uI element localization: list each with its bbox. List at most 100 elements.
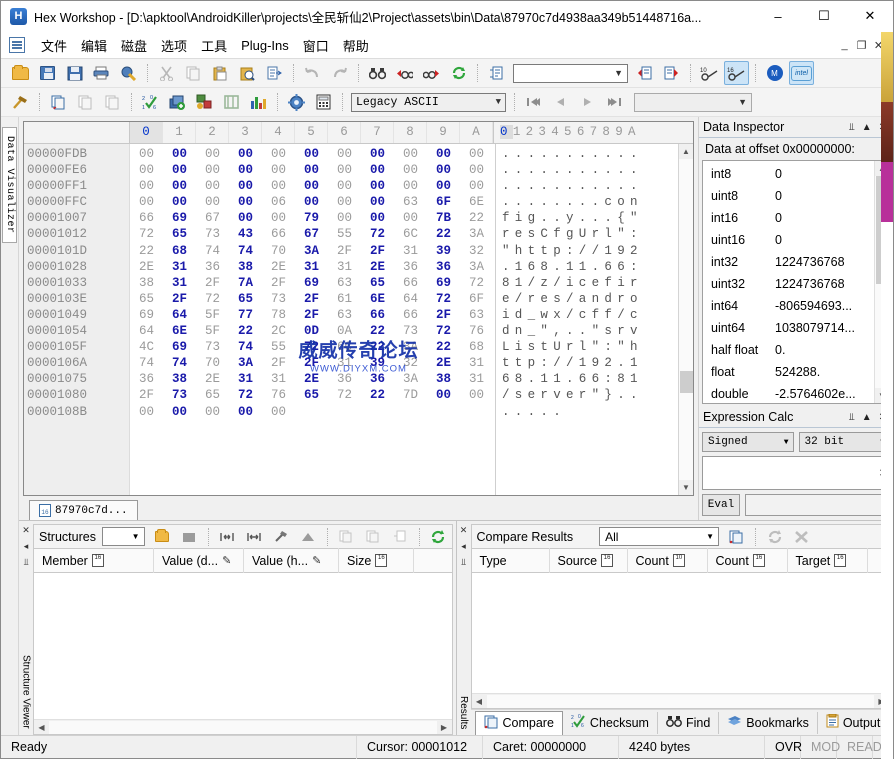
hex-byte[interactable]: 7D [394,387,427,403]
data-inspector-row[interactable]: uint32 1224736768 [703,273,874,295]
results-tab-checksum[interactable]: 2 0 1 6 Checksum [563,711,658,734]
hex-byte[interactable]: 22 [130,243,163,259]
hex-byte[interactable]: 74 [229,339,262,355]
hex-byte[interactable]: 00 [130,162,163,178]
hex-byte[interactable]: 00 [196,404,229,420]
compare-copy-icon[interactable] [724,527,749,547]
settings-gear-icon[interactable] [284,90,309,114]
hex-byte[interactable]: 72 [196,291,229,307]
resize-grip-icon[interactable]: ◢ [877,742,893,753]
ascii-row[interactable]: /server"}.. [502,387,643,403]
data-inspector-list[interactable]: int8 0 uint8 0 int16 0 uint16 0 int32 1224736768 u… [702,160,890,404]
menu-edit[interactable]: 编辑 [74,33,114,58]
close-icon[interactable]: ✕ [22,525,30,536]
scroll-left-icon[interactable]: ◀ [34,723,49,732]
hex-byte[interactable]: 00 [163,178,196,194]
ascii-row[interactable]: resCfgUrl": [502,226,643,242]
hex-byte[interactable]: 00 [130,404,163,420]
base-16-icon[interactable]: 16 [724,61,749,85]
hex-byte[interactable]: 22 [427,339,460,355]
hex-column-header-9[interactable]: 9 [427,122,460,143]
hex-byte[interactable]: 00 [229,178,262,194]
column-header[interactable]: Source 16 [550,548,628,573]
hex-byte[interactable]: 72 [427,291,460,307]
calculator-icon[interactable] [311,90,336,114]
hex-row[interactable]: 00 00 00 00 00 [130,404,493,420]
column-header[interactable]: Count 16 [708,548,788,573]
hex-byte[interactable]: 31 [460,355,493,371]
hex-byte[interactable]: 64 [163,307,196,323]
hex-column-header-8[interactable]: 8 [394,122,427,143]
scroll-track[interactable] [874,176,889,388]
hex-column-header-3[interactable]: 3 [229,122,262,143]
hex-byte[interactable]: 31 [229,371,262,387]
hex-byte[interactable]: 00 [163,162,196,178]
hex-byte[interactable]: 63 [394,194,427,210]
menu-window[interactable]: 窗口 [296,33,336,58]
collapse-icon[interactable]: ◂ [461,541,466,552]
hex-byte[interactable]: 00 [394,162,427,178]
print-icon[interactable] [89,61,114,85]
scroll-right-icon[interactable]: ▶ [437,723,452,732]
hex-byte[interactable]: 76 [262,387,295,403]
motorola-endian-icon[interactable]: M [762,61,787,85]
hex-byte[interactable]: 22 [427,226,460,242]
hex-byte[interactable]: 32 [460,243,493,259]
menu-disk[interactable]: 磁盘 [114,33,154,58]
hex-byte[interactable]: 3A [460,259,493,275]
hex-byte[interactable]: 31 [163,275,196,291]
eval-button[interactable]: Eval [702,494,740,516]
structures-content[interactable]: ◀ ▶ [33,573,453,735]
hex-byte[interactable]: 38 [427,371,460,387]
menu-options[interactable]: 选项 [154,33,194,58]
hex-byte[interactable]: 36 [196,259,229,275]
structure-select[interactable]: ▼ [101,527,145,546]
hex-byte[interactable]: 79 [295,210,328,226]
hex-byte[interactable]: 74 [196,243,229,259]
ascii-row[interactable]: id_wx/cff/c [502,307,643,323]
hex-byte[interactable]: 74 [130,355,163,371]
hex-byte[interactable]: 00 [229,146,262,162]
hex-column-header-5[interactable]: 5 [295,122,328,143]
hex-byte[interactable]: 22 [229,323,262,339]
checksum-add-icon[interactable] [165,90,190,114]
close-icon[interactable]: ✕ [879,122,887,133]
hex-byte[interactable]: 00 [196,194,229,210]
hex-byte[interactable]: 00 [394,146,427,162]
goto-icon[interactable] [484,61,509,85]
data-visualizer-tab[interactable]: Data Visualizer [2,127,17,243]
nav-prev-icon[interactable] [548,90,573,114]
scroll-right-icon[interactable]: ▶ [874,697,889,706]
menu-file[interactable]: 文件 [34,33,74,58]
hex-byte[interactable]: 36 [361,371,394,387]
hex-byte[interactable]: 55 [328,226,361,242]
hex-byte[interactable]: 38 [229,259,262,275]
hex-column-header-A[interactable]: A [460,122,493,143]
hex-byte[interactable]: 69 [295,275,328,291]
collapse-icon[interactable]: ▲ [862,412,872,423]
hex-byte[interactable]: 2F [295,307,328,323]
hex-row[interactable]: 64 6E 5F 22 2C 0D 0A 22 73 72 76 [130,323,493,339]
data-inspector-row[interactable]: int32 1224736768 [703,251,874,273]
hex-column-header-6[interactable]: 6 [328,122,361,143]
hex-byte[interactable]: 00 [328,210,361,226]
chart-icon[interactable] [246,90,271,114]
hex-column-header-4[interactable]: 4 [262,122,295,143]
hex-byte[interactable]: 65 [163,226,196,242]
hex-byte[interactable]: 72 [229,387,262,403]
column-header[interactable]: Type [472,548,550,573]
hex-row[interactable]: 4C 69 73 74 55 72 6C 22 3A 22 68 [130,339,493,355]
data-inspector-row[interactable]: half float 0. [703,339,874,361]
hex-byte[interactable]: 00 [295,146,328,162]
hex-byte[interactable]: 65 [295,387,328,403]
hex-byte[interactable]: 69 [163,339,196,355]
hex-byte[interactable]: 2E [361,259,394,275]
hex-column-header-7[interactable]: 7 [361,122,394,143]
pin-icon[interactable]: ⫫ [849,412,855,423]
hex-byte[interactable]: 72 [427,323,460,339]
hex-byte[interactable]: 00 [262,162,295,178]
open-structure-icon[interactable] [150,527,175,547]
hex-byte[interactable]: 6F [427,194,460,210]
ascii-row[interactable]: .168.11.66: [502,259,643,275]
hex-byte[interactable]: 2E [427,355,460,371]
